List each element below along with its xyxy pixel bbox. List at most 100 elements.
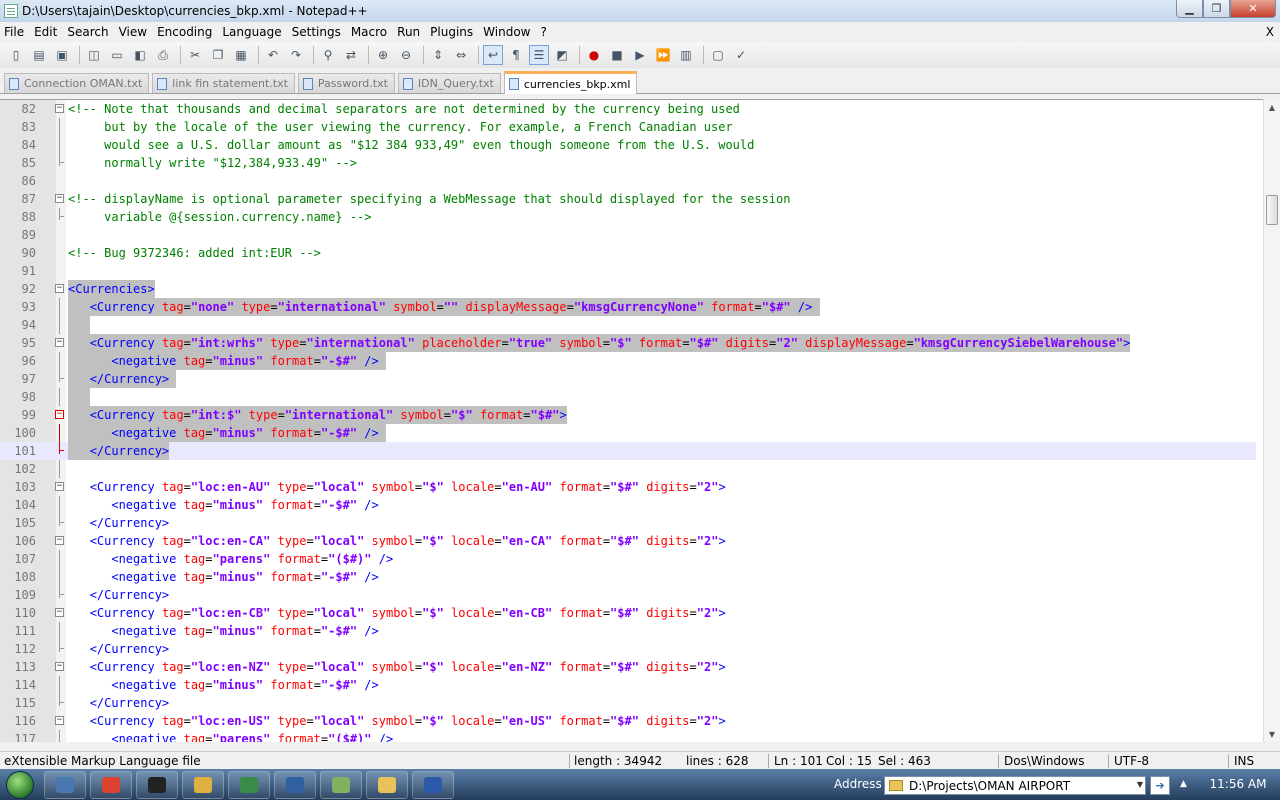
horizontal-scrollbar[interactable]: [0, 742, 1280, 751]
scroll-up-arrow-icon[interactable]: ▲: [1264, 99, 1280, 115]
menu-language[interactable]: Language: [218, 22, 285, 42]
new-file-icon[interactable]: ▯: [6, 45, 26, 65]
copy-icon[interactable]: ❐: [208, 45, 228, 65]
code-line[interactable]: 107 <negative tag="parens" format="($#)"…: [0, 550, 1256, 568]
address-go-button[interactable]: ➔: [1150, 776, 1170, 795]
taskbar-chrome-button[interactable]: [90, 770, 132, 799]
taskbar-folder-button[interactable]: [366, 770, 408, 799]
code-line[interactable]: 114 <negative tag="minus" format="-$#" /…: [0, 676, 1256, 694]
code-line[interactable]: 92 − <Currencies>: [0, 280, 1256, 298]
menu-run[interactable]: Run: [393, 22, 424, 42]
taskbar-cmd-button[interactable]: [136, 770, 178, 799]
menu-encoding[interactable]: Encoding: [153, 22, 216, 42]
code-line[interactable]: 89: [0, 226, 1256, 244]
scroll-down-arrow-icon[interactable]: ▼: [1264, 726, 1280, 742]
menu-plugins[interactable]: Plugins: [426, 22, 477, 42]
taskbar-outlook-button[interactable]: [182, 770, 224, 799]
minimize-button[interactable]: ▁: [1176, 0, 1203, 18]
code-editor[interactable]: 82− <!-- Note that thousands and decimal …: [0, 99, 1280, 742]
close-window-button[interactable]: ✕: [1230, 0, 1276, 18]
fold-toggle-icon[interactable]: −: [55, 608, 64, 617]
close-icon[interactable]: ▭: [107, 45, 127, 65]
fold-toggle-icon[interactable]: −: [55, 284, 64, 293]
paste-icon[interactable]: ▦: [231, 45, 251, 65]
menu-help[interactable]: ?: [536, 22, 550, 42]
show-hidden-icons-icon[interactable]: ▲: [1180, 769, 1187, 800]
code-line[interactable]: 86: [0, 172, 1256, 190]
macro-stop-icon[interactable]: ■: [607, 45, 627, 65]
code-line[interactable]: 91: [0, 262, 1256, 280]
fold-toggle-icon[interactable]: −: [55, 662, 64, 671]
menu-edit[interactable]: Edit: [30, 22, 61, 42]
code-line[interactable]: 83 but by the locale of the user viewing…: [0, 118, 1256, 136]
code-line[interactable]: 101 </Currency>: [0, 442, 1256, 460]
fold-toggle-icon[interactable]: −: [55, 410, 64, 419]
code-line[interactable]: 102: [0, 460, 1256, 478]
code-line[interactable]: 109 </Currency>: [0, 586, 1256, 604]
code-line[interactable]: 105 </Currency>: [0, 514, 1256, 532]
maximize-button[interactable]: ❐: [1203, 0, 1230, 18]
find-icon[interactable]: ⚲: [318, 45, 338, 65]
code-line[interactable]: 85 normally write "$12,384,933.49" -->: [0, 154, 1256, 172]
zoom-out-icon[interactable]: ⊖: [396, 45, 416, 65]
code-line[interactable]: 97 </Currency>: [0, 370, 1256, 388]
code-line[interactable]: 115 </Currency>: [0, 694, 1256, 712]
open-file-icon[interactable]: ▤: [29, 45, 49, 65]
code-line[interactable]: 88 variable @{session.currency.name} -->: [0, 208, 1256, 226]
code-line[interactable]: 116− <Currency tag="loc:en-US" type="loc…: [0, 712, 1256, 730]
menu-macro[interactable]: Macro: [347, 22, 391, 42]
taskbar-word-button[interactable]: [412, 770, 454, 799]
code-line[interactable]: 93 <Currency tag="none" type="internatio…: [0, 298, 1256, 316]
code-line[interactable]: 108 <negative tag="minus" format="-$#" /…: [0, 568, 1256, 586]
redo-icon[interactable]: ↷: [286, 45, 306, 65]
taskbar-notepad-plus-plus-button[interactable]: [320, 770, 362, 799]
code-line[interactable]: 87 − <!-- displayName is optional paramete…: [0, 190, 1256, 208]
menu-settings[interactable]: Settings: [288, 22, 345, 42]
vertical-scrollbar[interactable]: ▲ ▼: [1263, 99, 1280, 742]
code-line[interactable]: 117 <negative tag="parens" format="($#)"…: [0, 730, 1256, 742]
tab-currencies-bkp[interactable]: currencies_bkp.xml: [503, 71, 638, 94]
code-line[interactable]: 110− <Currency tag="loc:en-CB" type="loc…: [0, 604, 1256, 622]
close-document-button[interactable]: X: [1266, 22, 1274, 42]
macro-save-icon[interactable]: ▥: [676, 45, 696, 65]
fold-toggle-icon[interactable]: −: [55, 338, 64, 347]
address-input[interactable]: D:\Projects\OMAN AIRPORT ▼: [884, 776, 1146, 795]
indent-guide-icon[interactable]: ☰: [529, 45, 549, 65]
code-line[interactable]: 104 <negative tag="minus" format="-$#" /…: [0, 496, 1256, 514]
sync-horizontal-icon[interactable]: ⇔: [451, 45, 471, 65]
fold-toggle-icon[interactable]: −: [55, 104, 64, 113]
code-line[interactable]: 112 </Currency>: [0, 640, 1256, 658]
fold-toggle-icon[interactable]: −: [55, 536, 64, 545]
chevron-down-icon[interactable]: ▼: [1137, 780, 1143, 789]
show-all-chars-icon[interactable]: ¶: [506, 45, 526, 65]
menu-window[interactable]: Window: [479, 22, 534, 42]
undo-icon[interactable]: ↶: [263, 45, 283, 65]
code-line[interactable]: 111 <negative tag="minus" format="-$#" /…: [0, 622, 1256, 640]
code-line[interactable]: 99− <Currency tag="int:$" type="internat…: [0, 406, 1256, 424]
taskbar-explorer-button[interactable]: [44, 770, 86, 799]
taskbar-remote-desktop-button[interactable]: [274, 770, 316, 799]
user-lang-icon[interactable]: ◩: [552, 45, 572, 65]
code-line[interactable]: 113− <Currency tag="loc:en-NZ" type="loc…: [0, 658, 1256, 676]
system-clock[interactable]: 11:56 AM: [1196, 769, 1280, 800]
save-icon[interactable]: ▣: [52, 45, 72, 65]
menu-view[interactable]: View: [115, 22, 151, 42]
open-folder-icon[interactable]: ▢: [708, 45, 728, 65]
code-line[interactable]: 90 <!-- Bug 9372346: added int:EUR -->: [0, 244, 1256, 262]
fold-toggle-icon[interactable]: −: [55, 194, 64, 203]
close-all-icon[interactable]: ◧: [130, 45, 150, 65]
replace-icon[interactable]: ⇄: [341, 45, 361, 65]
code-line[interactable]: 106− <Currency tag="loc:en-CA" type="loc…: [0, 532, 1256, 550]
code-line[interactable]: 103− <Currency tag="loc:en-AU" type="loc…: [0, 478, 1256, 496]
word-wrap-icon[interactable]: ↩: [483, 45, 503, 65]
code-line[interactable]: 100 <negative tag="minus" format="-$#" /…: [0, 424, 1256, 442]
start-button[interactable]: [0, 769, 40, 800]
tab-connection-oman[interactable]: Connection OMAN.txt: [4, 73, 150, 93]
sync-vertical-icon[interactable]: ⇕: [428, 45, 448, 65]
code-line[interactable]: 98: [0, 388, 1256, 406]
macro-record-icon[interactable]: ●: [584, 45, 604, 65]
macro-run-multiple-icon[interactable]: ⏩: [653, 45, 673, 65]
spell-check-icon[interactable]: ✓: [731, 45, 751, 65]
code-line[interactable]: 94: [0, 316, 1256, 334]
fold-toggle-icon[interactable]: −: [55, 482, 64, 491]
